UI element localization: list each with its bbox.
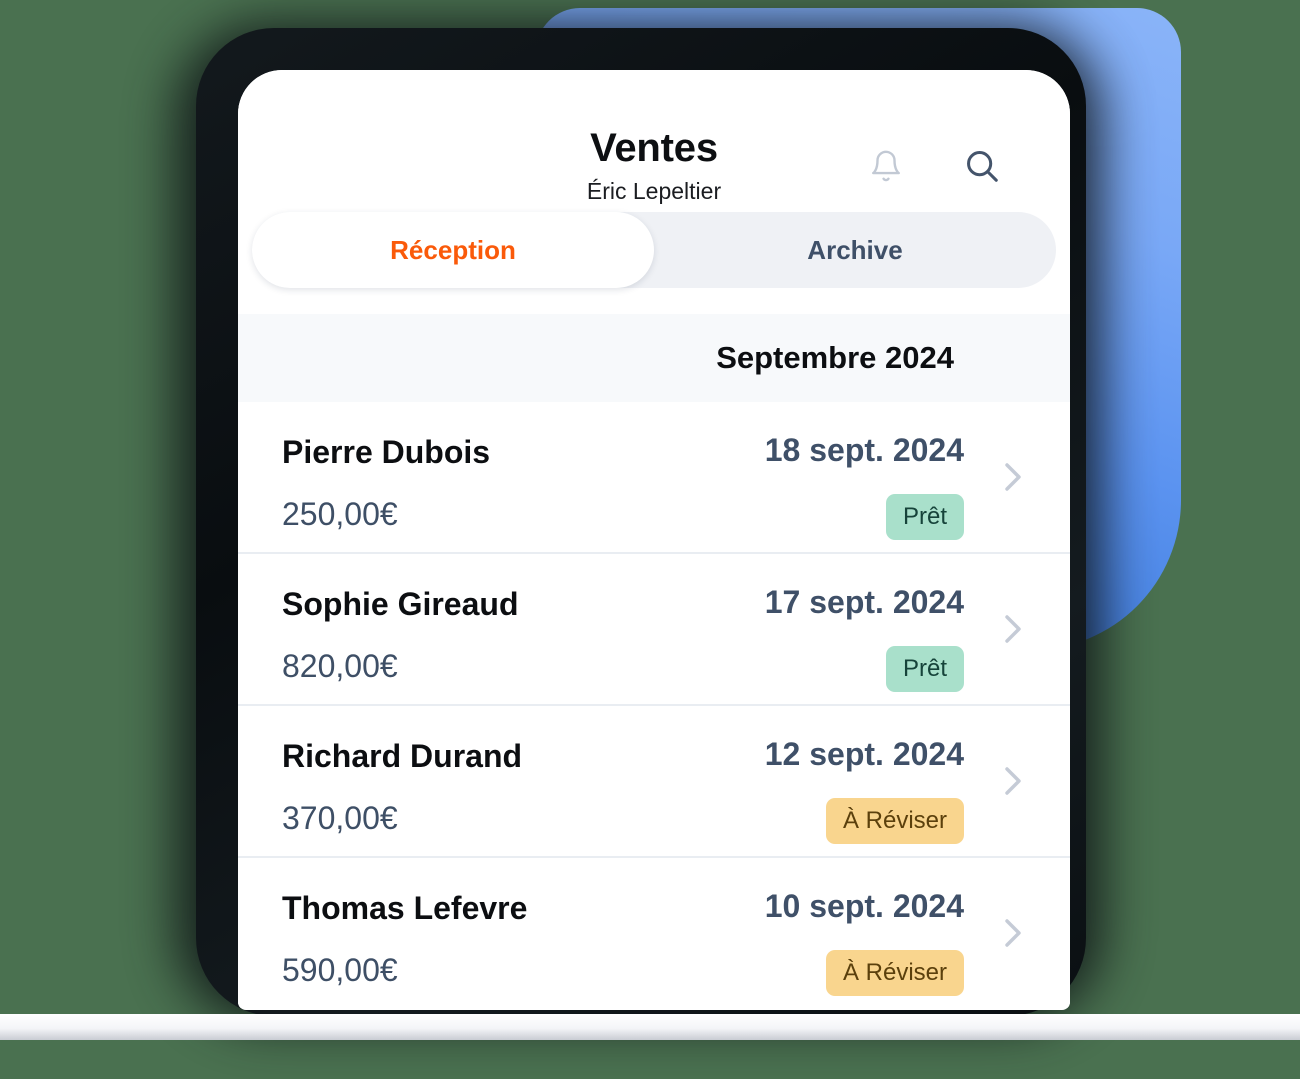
chevron-right-icon[interactable]: [998, 614, 1028, 644]
row-customer-name: Pierre Dubois: [282, 434, 491, 470]
sales-list: Pierre Dubois 250,00€ 18 sept. 2024 Prêt…: [238, 402, 1070, 1008]
row-date: 12 sept. 2024: [764, 736, 964, 772]
segmented-control: Réception Archive: [252, 212, 1056, 288]
search-icon: [963, 147, 1001, 190]
chevron-right-icon[interactable]: [998, 918, 1028, 948]
phone-screen: Ventes Éric Lepeltier Réception Archive …: [238, 70, 1070, 1010]
table-row[interactable]: Thomas Lefevre 590,00€ 10 sept. 2024 À R…: [238, 858, 1070, 1008]
search-button[interactable]: [960, 146, 1004, 190]
row-date: 10 sept. 2024: [764, 888, 964, 924]
row-customer-name: Richard Durand: [282, 738, 523, 774]
app-header: Ventes Éric Lepeltier: [238, 70, 1070, 212]
row-date: 17 sept. 2024: [764, 584, 964, 620]
notifications-button[interactable]: [864, 146, 908, 190]
status-badge: Prêt: [885, 494, 964, 540]
row-amount: 820,00€: [282, 648, 398, 684]
tab-archive[interactable]: Archive: [654, 212, 1056, 288]
tabs-container: Réception Archive: [238, 212, 1070, 288]
table-row[interactable]: Sophie Gireaud 820,00€ 17 sept. 2024 Prê…: [238, 554, 1070, 706]
row-customer-name: Sophie Gireaud: [282, 586, 519, 622]
row-customer-name: Thomas Lefevre: [282, 890, 528, 926]
row-date: 18 sept. 2024: [764, 432, 964, 468]
header-actions: [864, 146, 1004, 190]
scene: Ventes Éric Lepeltier Réception Archive …: [0, 0, 1300, 1079]
table-row[interactable]: Pierre Dubois 250,00€ 18 sept. 2024 Prêt: [238, 402, 1070, 554]
month-section-header: Septembre 2024: [238, 314, 1070, 402]
tab-archive-label: Archive: [807, 234, 903, 265]
bell-icon: [869, 148, 903, 189]
row-amount: 370,00€: [282, 800, 398, 836]
table-row[interactable]: Richard Durand 370,00€ 12 sept. 2024 À R…: [238, 706, 1070, 858]
tab-reception[interactable]: Réception: [252, 212, 654, 288]
status-badge: Prêt: [885, 646, 964, 692]
status-badge: À Réviser: [825, 798, 964, 844]
month-label: Septembre 2024: [716, 340, 954, 375]
status-badge: À Réviser: [825, 950, 964, 996]
chevron-right-icon[interactable]: [998, 462, 1028, 492]
row-amount: 590,00€: [282, 952, 398, 988]
chevron-right-icon[interactable]: [998, 766, 1028, 796]
row-amount: 250,00€: [282, 496, 398, 532]
surface-edge-line: [0, 1014, 1300, 1040]
tab-reception-label: Réception: [390, 234, 516, 265]
